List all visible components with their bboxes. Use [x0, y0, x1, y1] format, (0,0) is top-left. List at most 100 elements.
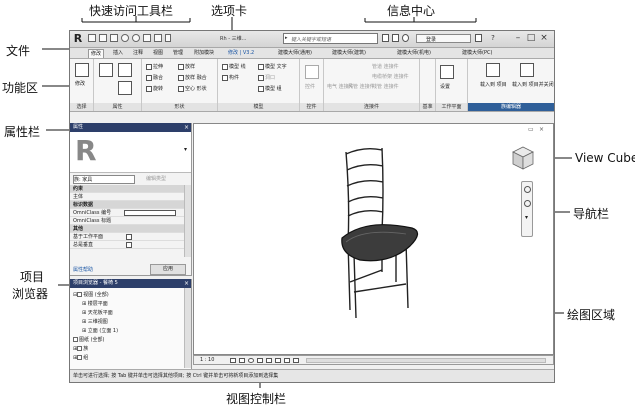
- drawing-area[interactable]: ▭ × ▾: [193, 123, 554, 355]
- tab-annotate[interactable]: 注释: [133, 49, 143, 58]
- revolve-button[interactable]: 旋转: [146, 85, 163, 92]
- customize-quick-access-icon[interactable]: [165, 34, 171, 42]
- load-into-project-close-icon[interactable]: [520, 63, 534, 77]
- tree-item-sheets[interactable]: 图纸 (全部): [73, 336, 105, 343]
- temporary-hide-icon[interactable]: [284, 358, 290, 363]
- minimize-button[interactable]: –: [513, 32, 523, 44]
- exchange-apps-icon[interactable]: [475, 34, 482, 42]
- close-icon[interactable]: ×: [184, 123, 189, 132]
- sync-icon[interactable]: [110, 34, 118, 42]
- control-button-label[interactable]: 控件: [305, 83, 315, 90]
- open-icon[interactable]: [88, 34, 96, 42]
- favorites-icon[interactable]: [402, 34, 409, 42]
- family-filter-select[interactable]: 族: 家具: [73, 175, 135, 184]
- subscription-icon[interactable]: [392, 34, 399, 42]
- tab-modeling-general[interactable]: 建模大师(通用): [278, 49, 312, 58]
- file-menu-logo[interactable]: R: [72, 32, 84, 45]
- chair-3d-model[interactable]: [306, 142, 436, 322]
- always-vertical-checkbox[interactable]: [126, 242, 132, 248]
- model-group-button[interactable]: 模型 组: [258, 85, 282, 92]
- zoom-icon[interactable]: [524, 200, 531, 207]
- properties-help-link[interactable]: 属性帮助: [73, 266, 93, 273]
- reveal-hidden-icon[interactable]: [293, 358, 299, 363]
- model-text-button[interactable]: 模型 文字: [258, 63, 287, 70]
- load-into-project-close-button[interactable]: 载入到 项目并关闭: [512, 81, 554, 88]
- tab-manage[interactable]: 管理: [173, 49, 183, 58]
- tab-modify-v32[interactable]: 修改 | V3.2: [228, 49, 254, 58]
- duct-connector-button[interactable]: 风管 连接件: [348, 83, 375, 90]
- maximize-button[interactable]: □: [526, 32, 536, 44]
- tree-item-ceiling-plans[interactable]: ⊞ 天花板平面: [82, 309, 113, 316]
- properties-icon[interactable]: [99, 63, 113, 77]
- extrusion-button[interactable]: 拉伸: [146, 63, 163, 70]
- set-work-plane-icon[interactable]: [440, 65, 454, 79]
- steering-wheel-icon[interactable]: [524, 186, 531, 193]
- properties-scrollbar[interactable]: [184, 185, 191, 257]
- close-icon[interactable]: ×: [184, 279, 189, 288]
- prop-section-identity[interactable]: 标识数据: [70, 201, 184, 209]
- conduit-connector-button[interactable]: 线管 连接件: [372, 83, 399, 90]
- set-work-plane-label[interactable]: 设置: [440, 83, 450, 90]
- search-input[interactable]: ▸ 键入关键字或短语: [283, 33, 378, 44]
- void-forms-button[interactable]: 空心 形状: [178, 85, 207, 92]
- view-scale[interactable]: 1 : 10: [200, 357, 214, 363]
- cable-tray-connector-button[interactable]: 电缆桥架 连接件: [372, 73, 409, 80]
- search-expand-icon[interactable]: ▸: [285, 35, 288, 41]
- help-button[interactable]: ?: [488, 32, 498, 44]
- model-line-button[interactable]: 模型 线: [222, 63, 246, 70]
- undo-icon[interactable]: [121, 34, 129, 42]
- modify-button-label[interactable]: 修改: [75, 80, 85, 87]
- blend-button[interactable]: 融合: [146, 74, 163, 81]
- save-icon[interactable]: [99, 34, 107, 42]
- family-types-icon[interactable]: [118, 63, 132, 77]
- nav-options-icon[interactable]: ▾: [525, 214, 528, 221]
- pipe-connector-button[interactable]: 管道 连接件: [372, 63, 399, 70]
- detail-level-icon[interactable]: [230, 358, 236, 363]
- close-view-icon[interactable]: ×: [539, 126, 544, 133]
- view-cube[interactable]: [512, 146, 534, 170]
- tab-modeling-architecture[interactable]: 建模大师(建筑): [332, 49, 366, 58]
- tree-item-3d-views[interactable]: ⊞ 三维视图: [82, 318, 108, 325]
- browser-scrollbar[interactable]: [184, 288, 191, 368]
- horizontal-scrollbar[interactable]: [306, 358, 546, 363]
- chevron-down-icon[interactable]: ▾: [184, 146, 187, 153]
- family-category-icon[interactable]: [118, 81, 132, 95]
- restore-view-icon[interactable]: ▭: [528, 126, 534, 133]
- login-button[interactable]: 登录: [416, 34, 471, 43]
- work-plane-based-checkbox[interactable]: [126, 234, 132, 240]
- apply-button[interactable]: 应用: [150, 264, 186, 275]
- tab-insert[interactable]: 插入: [113, 49, 123, 58]
- modify-arrow-icon[interactable]: [75, 63, 89, 77]
- control-icon[interactable]: [305, 65, 319, 79]
- prop-section-other[interactable]: 其他: [70, 225, 184, 233]
- tab-modify[interactable]: 修改: [88, 49, 105, 58]
- sun-path-icon[interactable]: [248, 358, 254, 363]
- redo-icon[interactable]: [132, 34, 140, 42]
- type-selector[interactable]: R ▾: [70, 132, 191, 173]
- shadows-icon[interactable]: [257, 358, 263, 363]
- tree-item-floor-plans[interactable]: ⊞ 楼层平面: [82, 300, 108, 307]
- opening-button[interactable]: 洞口: [258, 74, 275, 81]
- tab-view[interactable]: 视图: [153, 49, 163, 58]
- tree-item-elevations[interactable]: ⊞ 立面 (立面 1): [82, 327, 118, 334]
- ribbon-group-label-select[interactable]: 选择: [70, 103, 93, 111]
- visual-style-icon[interactable]: [239, 358, 245, 363]
- print-icon[interactable]: [143, 34, 151, 42]
- tab-modeling-pc[interactable]: 建模大师(PC): [462, 49, 492, 58]
- edit-type-button[interactable]: 编辑类型: [146, 175, 166, 182]
- show-crop-region-icon[interactable]: [275, 358, 281, 363]
- component-button[interactable]: 构件: [222, 74, 239, 81]
- crop-view-icon[interactable]: [266, 358, 272, 363]
- omniclass-number-field[interactable]: [124, 210, 176, 216]
- prop-section-constraints[interactable]: 约束: [70, 185, 184, 193]
- binoculars-icon[interactable]: [382, 34, 389, 42]
- tab-modeling-mep[interactable]: 建模大师(机电): [397, 49, 431, 58]
- tree-item-views[interactable]: ⊟ 视图 (全部): [73, 291, 109, 298]
- sweep-button[interactable]: 放样: [178, 63, 195, 70]
- tree-item-families[interactable]: ⊞ 族: [73, 345, 88, 352]
- load-into-project-icon[interactable]: [486, 63, 500, 77]
- swept-blend-button[interactable]: 放样 融合: [178, 74, 207, 81]
- measure-icon[interactable]: [154, 34, 162, 42]
- tree-item-groups[interactable]: ⊞ 组: [73, 354, 88, 361]
- tab-addins[interactable]: 附加模块: [194, 49, 214, 58]
